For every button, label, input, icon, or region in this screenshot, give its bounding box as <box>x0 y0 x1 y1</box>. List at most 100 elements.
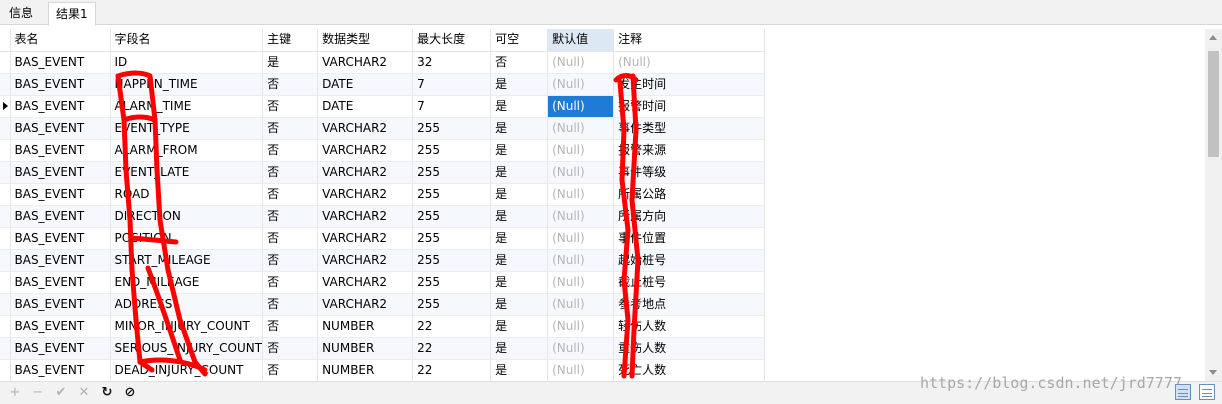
row-indicator[interactable] <box>0 249 11 272</box>
table-cell[interactable]: VARCHAR2 <box>317 183 414 206</box>
table-cell[interactable]: 否 <box>262 293 319 316</box>
row-indicator[interactable] <box>0 183 11 206</box>
table-row[interactable]: BAS_EVENT ALARM_FROM 否 VARCHAR2 255 是 (Null) 报警… <box>0 139 766 162</box>
table-cell[interactable]: (Null) <box>547 359 615 381</box>
table-cell[interactable]: 是 <box>490 205 549 228</box>
table-row[interactable]: BAS_EVENT SERIOUS_INJURY_COUNT 否 NUMBER 22 是(… <box>0 337 766 360</box>
table-cell[interactable]: 是 <box>490 139 549 162</box>
table-cell[interactable]: 255 <box>412 249 492 272</box>
table-cell[interactable]: 死亡人数 <box>613 359 766 381</box>
table-cell[interactable]: EVENT_LATE <box>110 161 264 184</box>
discard-changes-icon[interactable]: ✕ <box>75 384 93 402</box>
table-cell[interactable]: (Null) <box>547 337 615 360</box>
row-indicator[interactable] <box>0 161 11 184</box>
table-cell[interactable]: ADDRESS <box>110 293 264 316</box>
vertical-scrollbar[interactable] <box>1205 29 1222 381</box>
table-cell[interactable]: BAS_EVENT <box>10 139 111 162</box>
row-indicator[interactable] <box>0 271 11 294</box>
table-cell[interactable]: BAS_EVENT <box>10 315 111 338</box>
table-cell[interactable]: 否 <box>490 51 549 74</box>
table-cell[interactable]: (Null) <box>547 139 615 162</box>
table-cell[interactable]: VARCHAR2 <box>317 271 414 294</box>
table-cell[interactable]: BAS_EVENT <box>10 51 111 74</box>
table-row[interactable]: BAS_EVENT POSITION 否 VARCHAR2 255 是 (Null) 事件位置 <box>0 227 766 250</box>
scrollbar-thumb[interactable] <box>1208 51 1219 157</box>
table-cell[interactable]: (Null) <box>547 205 615 228</box>
table-cell[interactable]: 22 <box>412 337 492 360</box>
table-cell[interactable]: 否 <box>262 337 319 360</box>
table-cell[interactable]: VARCHAR2 <box>317 161 414 184</box>
stop-icon[interactable]: ⊘ <box>121 384 139 402</box>
table-cell[interactable]: EVENT_TYPE <box>110 117 264 140</box>
table-cell[interactable]: (Null) <box>547 183 615 206</box>
table-cell[interactable]: END_MILEAGE <box>110 271 264 294</box>
row-indicator[interactable] <box>0 205 11 228</box>
table-cell[interactable]: ROAD <box>110 183 264 206</box>
form-view-icon[interactable] <box>1199 384 1215 400</box>
table-cell[interactable]: 所属方向 <box>613 205 766 228</box>
table-cell[interactable]: 事件等级 <box>613 161 766 184</box>
table-cell[interactable]: (Null) <box>547 161 615 184</box>
table-cell[interactable]: VARCHAR2 <box>317 139 414 162</box>
column-header[interactable]: 可空 <box>490 29 549 52</box>
table-row[interactable]: BAS_EVENT END_MILEAGE 否 VARCHAR2 255 是 (Null) 截… <box>0 271 766 294</box>
table-cell[interactable]: 是 <box>490 249 549 272</box>
table-cell[interactable]: BAS_EVENT <box>10 205 111 228</box>
table-row[interactable]: BAS_EVENT EVENT_TYPE 否 VARCHAR2 255 是 (Null) 事件… <box>0 117 766 140</box>
grid-view-icon[interactable] <box>1175 384 1191 400</box>
table-cell[interactable]: BAS_EVENT <box>10 95 111 118</box>
table-cell[interactable]: VARCHAR2 <box>317 227 414 250</box>
table-cell[interactable]: 截止桩号 <box>613 271 766 294</box>
table-cell[interactable]: 报警来源 <box>613 139 766 162</box>
table-cell[interactable]: 22 <box>412 315 492 338</box>
result-grid[interactable]: 表名 字段名 主键 数据类型 最大长度 可空 默认值 注释 BAS_EVENT ID 是 VARCH… <box>0 29 1205 381</box>
table-cell[interactable]: 是 <box>490 95 549 118</box>
row-indicator[interactable] <box>0 359 11 381</box>
table-cell[interactable]: 是 <box>262 51 319 74</box>
table-cell[interactable]: ID <box>110 51 264 74</box>
table-cell[interactable]: SERIOUS_INJURY_COUNT <box>110 337 264 360</box>
table-cell[interactable]: START_MILEAGE <box>110 249 264 272</box>
table-cell[interactable]: 否 <box>262 315 319 338</box>
table-cell[interactable]: BAS_EVENT <box>10 117 111 140</box>
column-header[interactable]: 数据类型 <box>317 29 414 52</box>
row-indicator[interactable] <box>0 139 11 162</box>
table-cell[interactable]: DATE <box>317 95 414 118</box>
table-cell[interactable]: (Null) <box>613 51 766 74</box>
table-cell[interactable]: (Null) <box>547 117 615 140</box>
table-cell[interactable]: VARCHAR2 <box>317 205 414 228</box>
table-row[interactable]: BAS_EVENT ID 是 VARCHAR2 32 否 (Null) (Null) <box>0 51 766 74</box>
table-cell[interactable]: 否 <box>262 161 319 184</box>
tab-result-1[interactable]: 结果1 <box>48 2 96 26</box>
row-indicator[interactable] <box>0 51 11 74</box>
table-cell[interactable]: 否 <box>262 73 319 96</box>
table-cell[interactable]: 参考地点 <box>613 293 766 316</box>
table-cell[interactable]: 否 <box>262 249 319 272</box>
table-cell[interactable]: DEAD_INJURY_COUNT <box>110 359 264 381</box>
column-header[interactable]: 字段名 <box>110 29 264 52</box>
table-cell[interactable]: BAS_EVENT <box>10 293 111 316</box>
table-cell[interactable]: 32 <box>412 51 492 74</box>
table-cell[interactable]: (Null) <box>547 95 615 118</box>
table-cell[interactable]: 7 <box>412 73 492 96</box>
table-cell[interactable]: 轻伤人数 <box>613 315 766 338</box>
add-record-icon[interactable]: + <box>6 384 24 402</box>
table-cell[interactable]: BAS_EVENT <box>10 249 111 272</box>
table-cell[interactable]: VARCHAR2 <box>317 117 414 140</box>
table-cell[interactable]: 是 <box>490 359 549 381</box>
table-cell[interactable]: ALARM_FROM <box>110 139 264 162</box>
table-row[interactable]: BAS_EVENT ROAD 否 VARCHAR2 255 是 (Null) 所属公路 <box>0 183 766 206</box>
table-cell[interactable]: 是 <box>490 117 549 140</box>
table-cell[interactable]: DATE <box>317 73 414 96</box>
table-cell[interactable]: 是 <box>490 293 549 316</box>
table-cell[interactable]: POSITION <box>110 227 264 250</box>
table-cell[interactable]: (Null) <box>547 73 615 96</box>
table-cell[interactable]: NUMBER <box>317 315 414 338</box>
table-cell[interactable]: NUMBER <box>317 337 414 360</box>
table-cell[interactable]: 否 <box>262 205 319 228</box>
table-cell[interactable]: 是 <box>490 161 549 184</box>
table-cell[interactable]: 是 <box>490 315 549 338</box>
table-cell[interactable]: DIRECTION <box>110 205 264 228</box>
table-cell[interactable]: 否 <box>262 183 319 206</box>
table-row[interactable]: BAS_EVENT DIRECTION 否 VARCHAR2 255 是 (Null) 所属方… <box>0 205 766 228</box>
